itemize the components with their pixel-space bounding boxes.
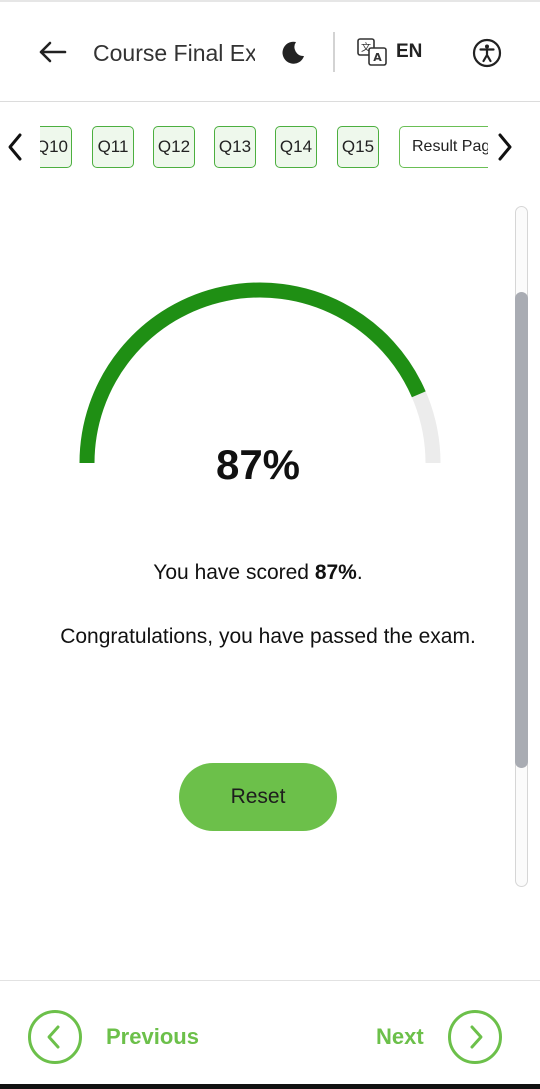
tab-q14[interactable]: Q14 (275, 126, 317, 168)
tab-q11[interactable]: Q11 (92, 126, 134, 168)
course-title: Course Final Exam (93, 40, 255, 66)
score-summary-prefix: You have scored (153, 561, 315, 584)
score-summary-value: 87% (314, 561, 357, 584)
question-tabs: Q10 Q11 Q12 Q13 Q14 Q15 Result Page (0, 124, 540, 172)
tabs-scroll-left-button[interactable] (2, 130, 28, 164)
tabs-scroll-right-button[interactable] (492, 130, 518, 164)
theme-toggle-button[interactable] (278, 36, 308, 68)
tab-q12[interactable]: Q12 (153, 126, 195, 168)
scrollbar-thumb[interactable] (515, 292, 528, 768)
tab-q15[interactable]: Q15 (337, 126, 379, 168)
previous-button[interactable]: Previous (28, 1009, 199, 1065)
score-summary-suffix: . (356, 561, 363, 584)
moon-icon (282, 41, 304, 64)
language-code: EN (396, 41, 423, 62)
app-header: Course Final Exam 文 A EN (0, 2, 540, 102)
tabs-viewport: Q10 Q11 Q12 Q13 Q14 Q15 Result Page (40, 124, 488, 172)
accessibility-icon (472, 38, 502, 68)
next-label: Next (376, 1024, 424, 1049)
translate-icon: 文 A (357, 38, 387, 66)
footer-nav: Previous Next (0, 980, 540, 1084)
chevron-left-icon (47, 1025, 60, 1049)
next-circle (447, 1010, 502, 1064)
score-summary: You have scored 87%. (0, 561, 516, 585)
previous-label: Previous (106, 1024, 199, 1049)
tab-q13[interactable]: Q13 (214, 126, 256, 168)
tab-result-page[interactable]: Result Page (399, 126, 488, 168)
chevron-right-icon (470, 1025, 483, 1049)
accessibility-button[interactable] (470, 36, 504, 70)
previous-circle (28, 1010, 82, 1064)
back-button[interactable] (34, 34, 70, 70)
tab-q10[interactable]: Q10 (40, 126, 72, 168)
chevron-left-icon (8, 133, 22, 161)
svg-text:A: A (373, 51, 382, 64)
chevron-right-icon (498, 133, 512, 161)
pass-message: Congratulations, you have passed the exa… (60, 625, 476, 648)
language-button[interactable]: 文 A EN (356, 34, 432, 70)
reset-button[interactable]: Reset (179, 763, 337, 831)
system-nav-bar (0, 1084, 540, 1089)
next-button[interactable]: Next (376, 1009, 502, 1065)
header-divider (333, 32, 335, 72)
score-percent: 87% (215, 441, 301, 488)
arrow-left-icon (39, 41, 67, 63)
